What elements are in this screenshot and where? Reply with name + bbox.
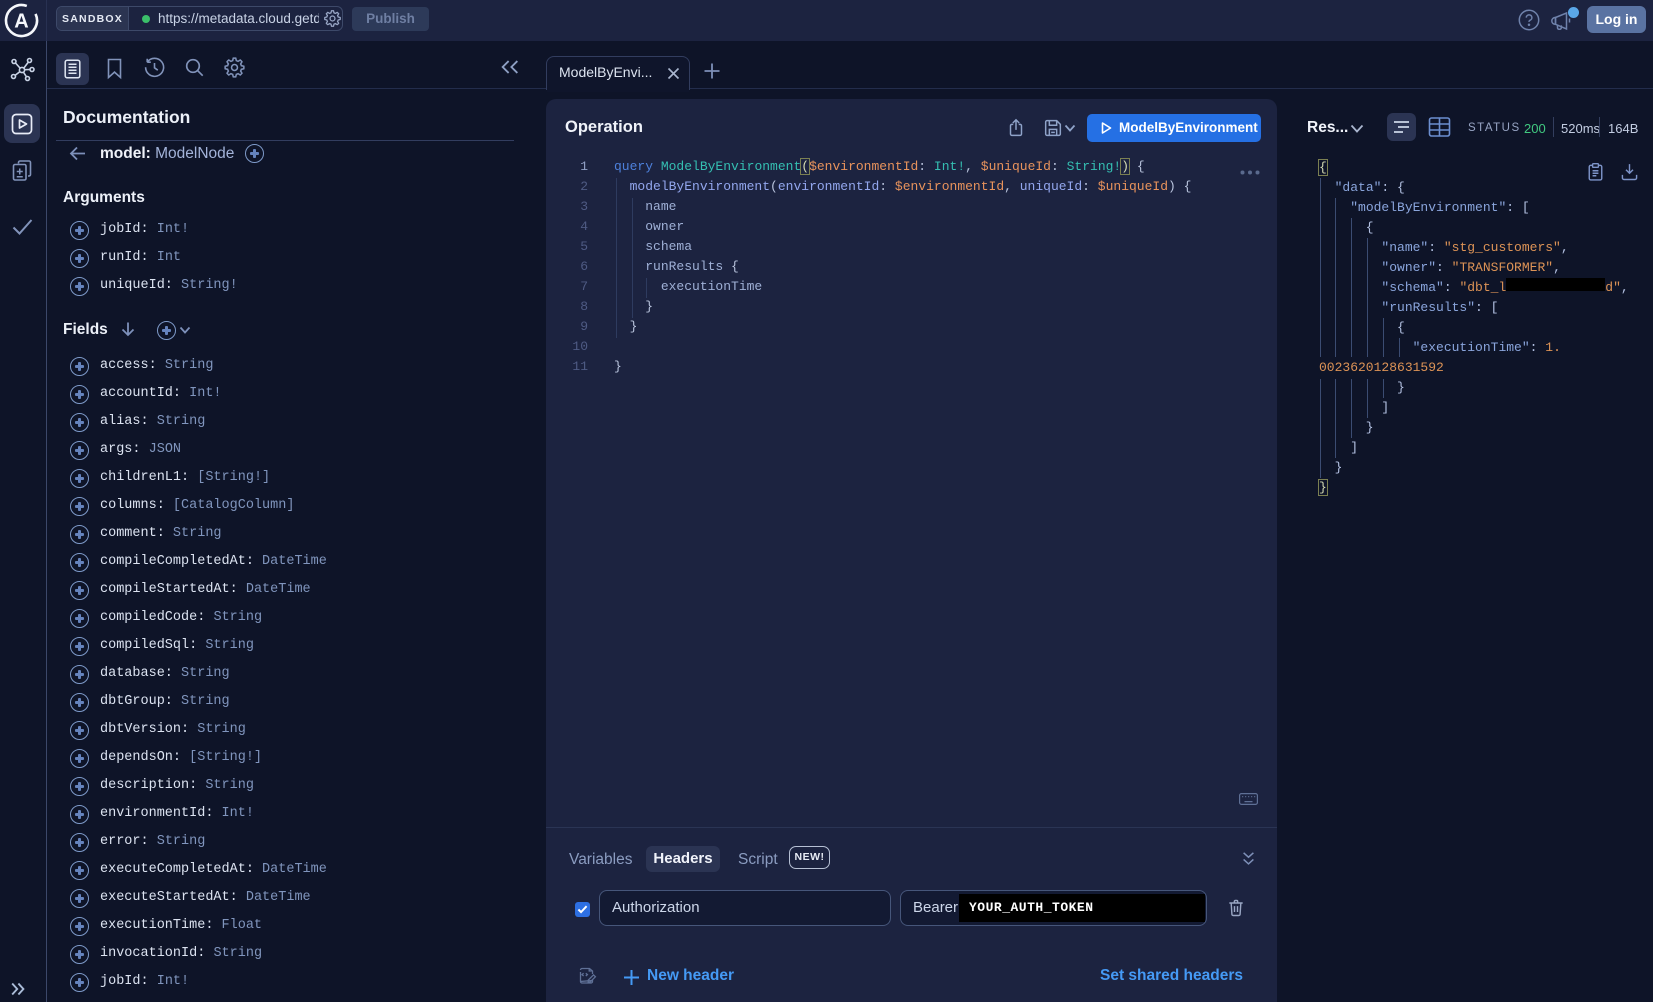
svg-text:A: A (14, 11, 28, 33)
